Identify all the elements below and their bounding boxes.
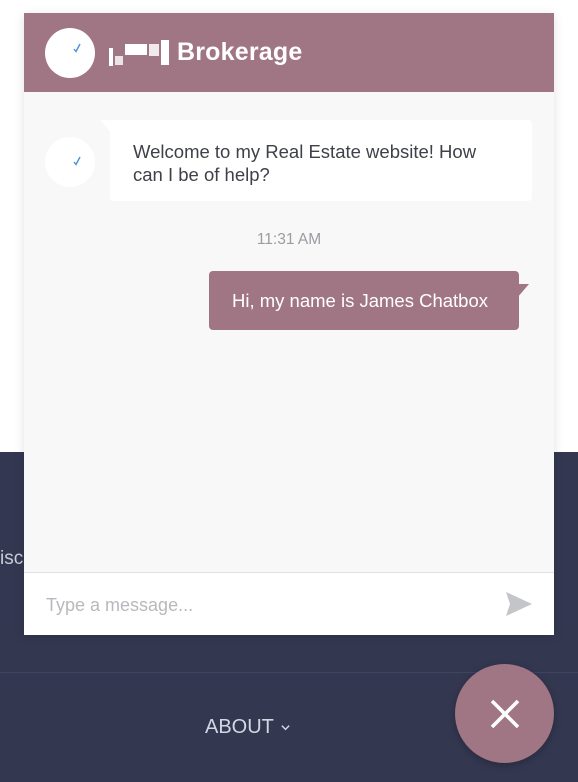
user-message-bubble: Hi, my name is James Chatbox bbox=[209, 271, 519, 330]
message-timestamp: 11:31 AM bbox=[256, 231, 322, 248]
brand-name: Brokerage bbox=[177, 38, 303, 66]
close-icon bbox=[490, 699, 519, 728]
check-icon bbox=[73, 156, 81, 166]
footer-text-fragment: isc bbox=[0, 548, 24, 569]
footer-nav-about-label: ABOUT bbox=[205, 716, 274, 738]
check-icon bbox=[73, 43, 81, 53]
user-bubble-tail bbox=[517, 284, 529, 298]
message-composer bbox=[24, 572, 554, 635]
user-message-text: Hi, my name is James Chatbox bbox=[232, 289, 489, 311]
close-chat-button[interactable] bbox=[455, 664, 554, 763]
chat-widget: Brokerage Welcome to my Real Estate webs… bbox=[24, 13, 554, 635]
bot-avatar bbox=[45, 137, 95, 187]
message-input[interactable] bbox=[44, 587, 488, 623]
send-button[interactable] bbox=[502, 590, 536, 620]
chat-header: Brokerage bbox=[24, 13, 554, 92]
footer-nav-about[interactable]: ABOUT bbox=[205, 716, 291, 739]
redacted-name-block bbox=[109, 40, 169, 66]
agent-avatar bbox=[45, 27, 95, 78]
bot-message-bubble: Welcome to my Real Estate website! How c… bbox=[110, 120, 532, 201]
send-icon bbox=[506, 591, 532, 616]
chat-header-title: Brokerage bbox=[109, 38, 302, 67]
chevron-down-icon bbox=[281, 725, 290, 731]
